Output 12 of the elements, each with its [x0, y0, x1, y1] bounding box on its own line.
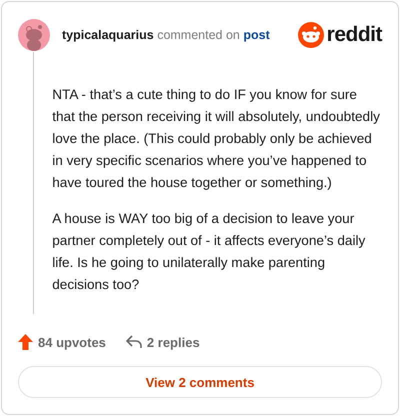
brand-name: reddit: [326, 23, 382, 47]
upvote-count: 84 upvotes: [38, 334, 106, 350]
comment-paragraph: A house is WAY too big of a decision to leave your partner completely out of - it affects everyone’s daily life. Is he going to unilaterally make parenting decisions too?: [52, 210, 366, 294]
comment-meta: typicalaquarius commented on post: [62, 28, 271, 42]
post-link[interactable]: post: [243, 28, 270, 42]
comment-paragraph: NTA - that’s a cute thing to do IF you know for sure that the person receiving it will absolutely, undoubtedly love the place. (This could probably only be achieved in very specific scenarios where you’ve happened to have toured the house together or something.): [52, 86, 381, 192]
reply-count: 2 replies: [146, 334, 200, 350]
reply-icon[interactable]: [126, 335, 142, 349]
avatar-icon: [18, 19, 50, 51]
upvote-icon[interactable]: [18, 334, 33, 350]
view-comments-button[interactable]: View 2 comments: [18, 366, 382, 398]
alien-logo-icon: [298, 22, 324, 48]
